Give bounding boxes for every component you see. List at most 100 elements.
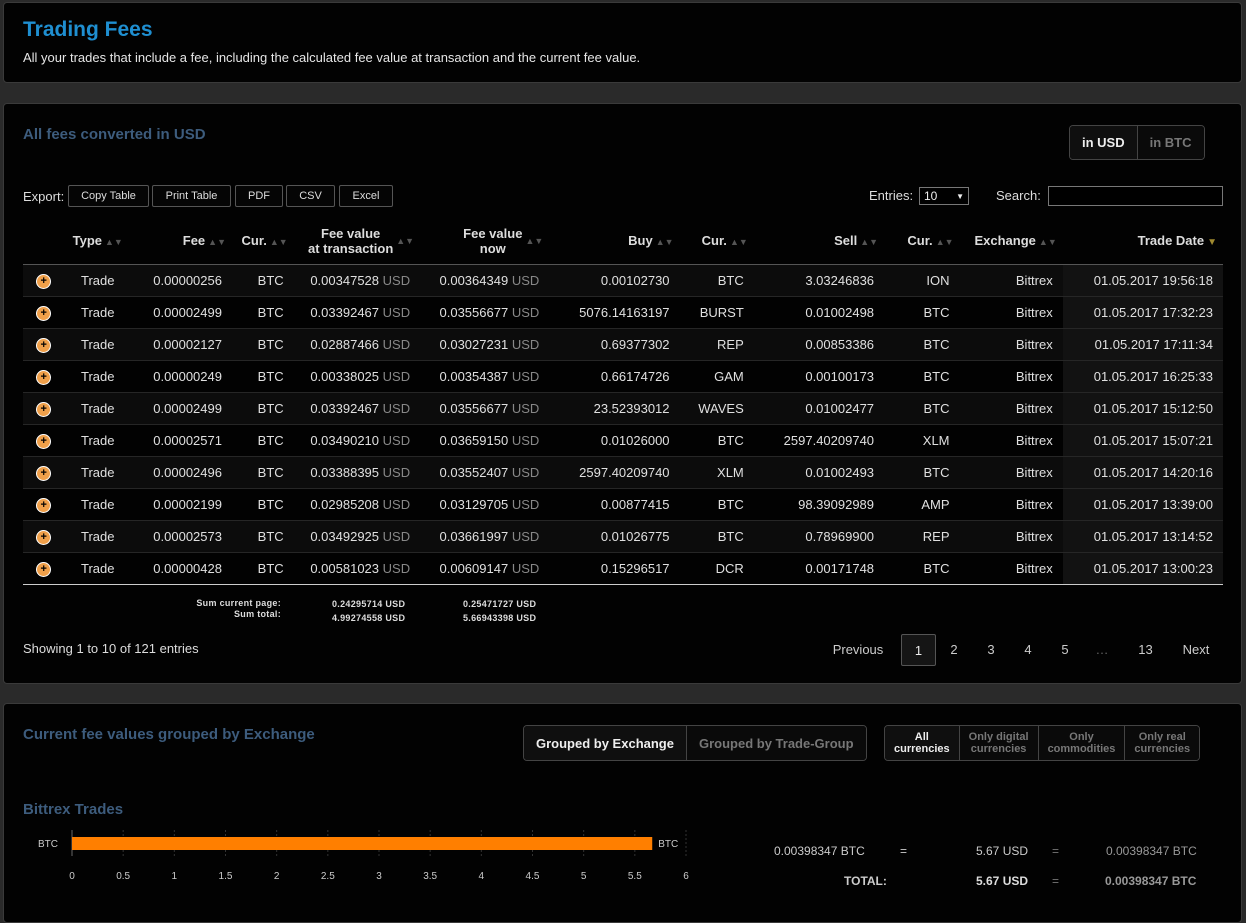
sum-page-label: Sum current page: — [196, 598, 281, 608]
expand-row-cell[interactable]: + — [23, 360, 65, 393]
x-tick-label: 5.5 — [628, 871, 642, 882]
column-header-buy-cur[interactable]: Cur. ▲▼ — [679, 218, 754, 265]
in-btc-button[interactable]: in BTC — [1137, 126, 1204, 159]
expand-row-cell[interactable]: + — [23, 328, 65, 361]
cell-sell-currency: BTC — [884, 392, 960, 425]
cell-sell: 0.01002477 — [753, 392, 885, 425]
cell-buy-currency: BTC — [679, 264, 754, 297]
column-header-type[interactable]: Type ▲▼ — [64, 218, 132, 265]
expand-row-cell[interactable]: + — [23, 296, 65, 329]
in-usd-button[interactable]: in USD — [1070, 126, 1138, 159]
column-header-trade-date[interactable]: Trade Date ▼ — [1062, 218, 1223, 265]
cell-trade-date: 01.05.2017 13:39:00 — [1062, 488, 1223, 521]
cell-fee: 0.00000428 — [131, 552, 232, 585]
chevron-down-icon: ▼ — [956, 191, 964, 201]
pagination-page-5[interactable]: 5 — [1050, 634, 1080, 664]
exchange-title: Bittrex Trades — [23, 801, 124, 818]
sort-icon: ▲▼ — [1038, 236, 1057, 247]
expand-row-cell[interactable]: + — [23, 488, 65, 521]
sort-icon: ▲▼ — [525, 236, 544, 247]
pagination-page-2[interactable]: 2 — [939, 634, 969, 664]
x-tick-label: 1 — [172, 871, 178, 882]
entries-select[interactable]: 10 ▼ — [919, 187, 969, 205]
csv-button[interactable]: CSV — [286, 185, 335, 207]
pagination-previous[interactable]: Previous — [824, 634, 892, 664]
cell-buy: 5076.14163197 — [549, 296, 680, 329]
excel-button[interactable]: Excel — [339, 185, 393, 207]
pagination-next[interactable]: Next — [1171, 634, 1221, 664]
pdf-button[interactable]: PDF — [235, 185, 283, 207]
grouped-by-trade-group-button[interactable]: Grouped by Trade-Group — [686, 726, 866, 760]
entries-label: Entries: — [869, 188, 914, 203]
grouping-toggle: Grouped by Exchange Grouped by Trade-Gro… — [523, 725, 867, 761]
expand-plus-icon[interactable]: + — [36, 530, 52, 545]
column-header-sell-cur[interactable]: Cur. ▲▼ — [884, 218, 960, 265]
column-header-fee-now[interactable]: Fee value now ▲▼ — [420, 218, 550, 265]
filter-all-currencies[interactable]: All currencies — [885, 726, 960, 760]
filter-only-digital[interactable]: Only digital currencies — [959, 726, 1039, 760]
usd-unit: USD — [511, 561, 540, 576]
table-row: + Trade 0.00000249 BTC 0.00338025 USD 0.00354… — [23, 360, 1223, 393]
expand-plus-icon[interactable]: + — [36, 370, 52, 385]
cell-trade-date: 01.05.2017 13:14:52 — [1062, 520, 1223, 553]
sort-icon: ▲▼ — [208, 236, 226, 247]
x-tick-label: 4.5 — [526, 871, 540, 882]
cell-fee: 0.00002571 — [131, 424, 232, 457]
column-header-exchange[interactable]: Exchange ▲▼ — [959, 218, 1063, 265]
cell-fee-currency: BTC — [231, 328, 294, 361]
cell-fee-currency: BTC — [231, 520, 294, 553]
expand-plus-icon[interactable]: + — [36, 434, 52, 449]
cell-exchange: Bittrex — [959, 520, 1063, 553]
cell-buy: 0.01026000 — [549, 424, 680, 457]
column-header-cur[interactable]: Cur. ▲▼ — [231, 218, 294, 265]
expand-row-cell[interactable]: + — [23, 552, 65, 585]
cell-buy-currency: BTC — [679, 520, 754, 553]
sort-icon: ▲▼ — [396, 236, 415, 247]
sort-icon: ▲▼ — [935, 236, 954, 247]
expand-row-cell[interactable]: + — [23, 520, 65, 553]
cell-sell-currency: ION — [884, 264, 960, 297]
grouped-by-exchange-button[interactable]: Grouped by Exchange — [524, 726, 687, 760]
cell-fee-now: 0.03556677 USD — [420, 296, 550, 329]
cell-fee-now: 0.03027231 USD — [420, 328, 550, 361]
expand-plus-icon[interactable]: + — [36, 306, 52, 321]
column-header-fee-at-transaction[interactable]: Fee value at transaction ▲▼ — [293, 218, 421, 265]
column-header-sell[interactable]: Sell ▲▼ — [753, 218, 885, 265]
print-table-button[interactable]: Print Table — [152, 185, 231, 207]
usd-unit: USD — [382, 465, 411, 480]
pagination-page-1[interactable]: 1 — [901, 634, 936, 666]
pagination-page-3[interactable]: 3 — [976, 634, 1006, 664]
search-input[interactable] — [1048, 186, 1223, 206]
pagination-page-13[interactable]: 13 — [1128, 634, 1163, 664]
expand-row-cell[interactable]: + — [23, 456, 65, 489]
pagination-page-4[interactable]: 4 — [1013, 634, 1043, 664]
cell-buy: 2597.40209740 — [549, 456, 680, 489]
sort-desc-icon: ▼ — [1207, 236, 1217, 248]
column-header-buy[interactable]: Buy ▲▼ — [549, 218, 680, 265]
currency-toggle: in USD in BTC — [1069, 125, 1205, 160]
x-tick-label: 0.5 — [116, 871, 130, 882]
expand-plus-icon[interactable]: + — [36, 562, 52, 577]
expand-plus-icon[interactable]: + — [36, 498, 52, 513]
cell-fee-at-transaction: 0.00338025 USD — [293, 360, 421, 393]
usd-unit: USD — [382, 369, 411, 384]
expand-row-cell[interactable]: + — [23, 264, 65, 297]
column-header-fee[interactable]: Fee ▲▼ — [131, 218, 232, 265]
expand-plus-icon[interactable]: + — [36, 466, 52, 481]
export-label: Export: — [23, 189, 65, 204]
expand-plus-icon[interactable]: + — [36, 274, 52, 289]
copy-table-button[interactable]: Copy Table — [68, 185, 149, 207]
sort-icon: ▲▼ — [269, 236, 288, 247]
filter-only-real[interactable]: Only real currencies — [1125, 726, 1200, 760]
expand-plus-icon[interactable]: + — [36, 338, 52, 353]
showing-entries-info: Showing 1 to 10 of 121 entries — [23, 641, 199, 656]
cell-type: Trade — [64, 456, 132, 489]
cell-sell: 0.00100173 — [753, 360, 885, 393]
expand-row-cell[interactable]: + — [23, 392, 65, 425]
expand-plus-icon[interactable]: + — [36, 402, 52, 417]
filter-only-commodities[interactable]: Only commodities — [1038, 726, 1126, 760]
expand-row-cell[interactable]: + — [23, 424, 65, 457]
x-tick-label: 0 — [69, 871, 75, 882]
entries-value: 10 — [924, 189, 938, 203]
cell-buy: 0.66174726 — [549, 360, 680, 393]
